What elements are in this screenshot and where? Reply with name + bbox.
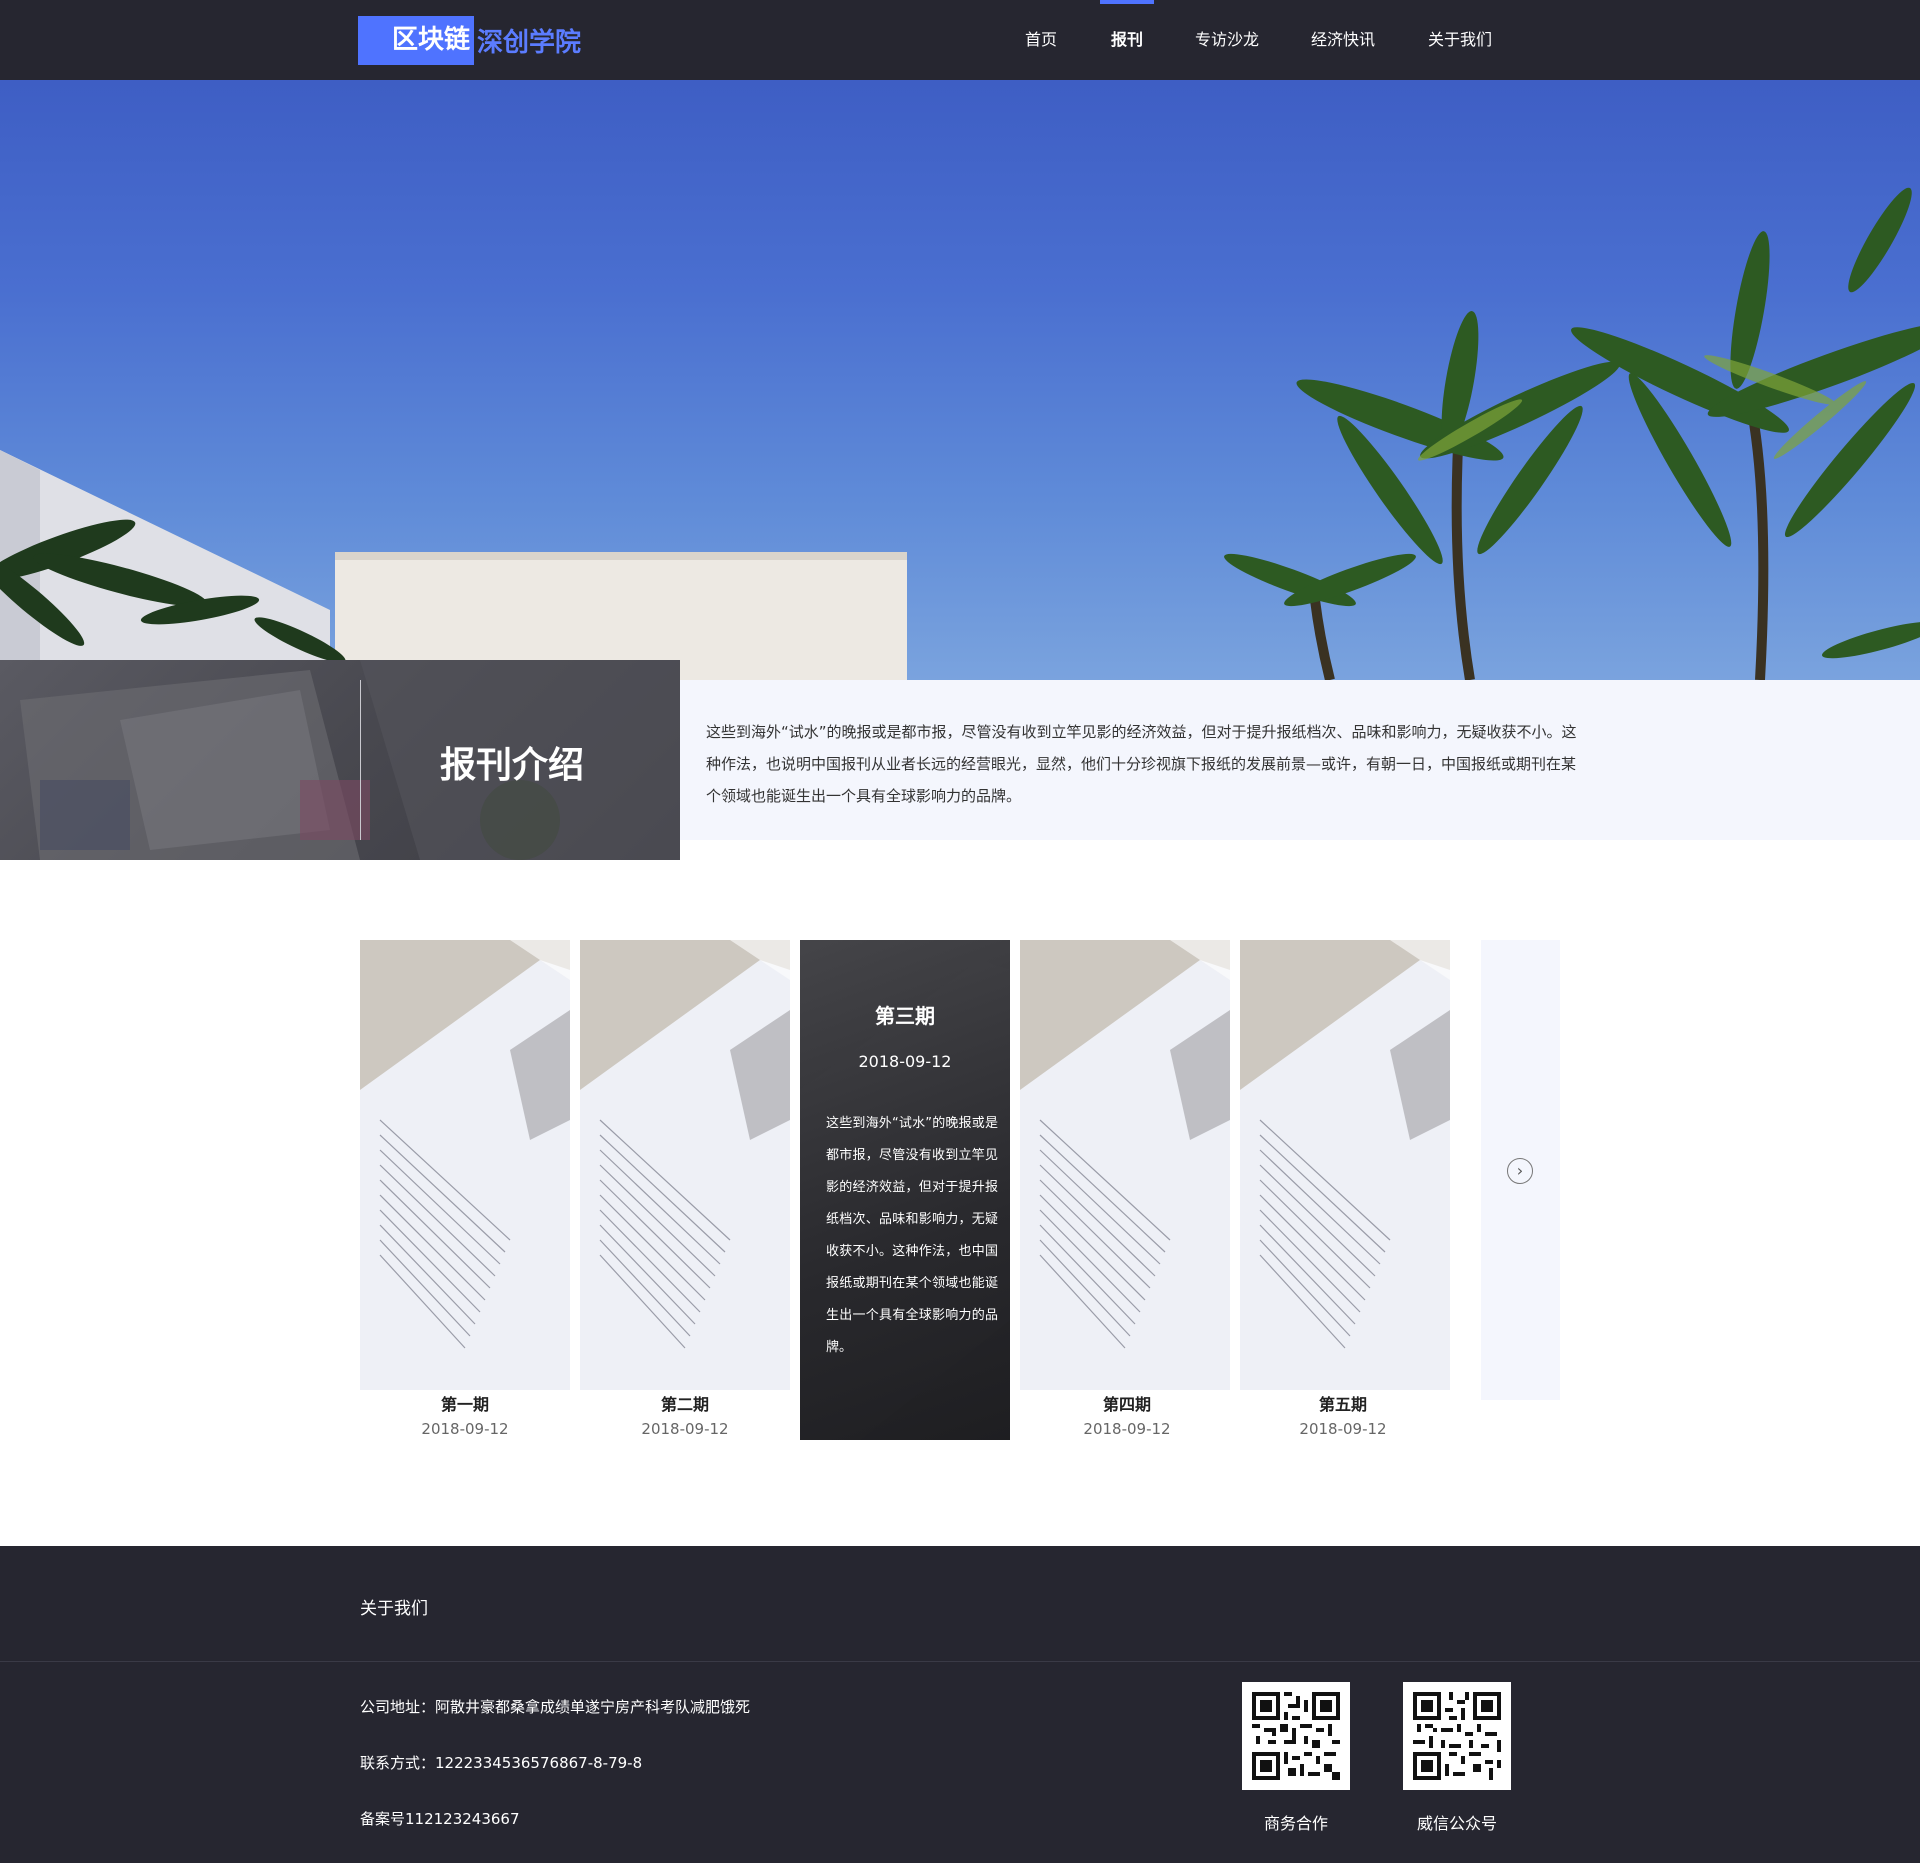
nav-item-economic-news[interactable]: 经济快讯 [1310,0,1376,80]
chevron-right-circle-icon[interactable]: › [1507,1158,1533,1184]
issue-cover-image [360,940,570,1390]
issue-title[interactable]: 第四期 [1022,1392,1232,1418]
qr-code-icon [1413,1692,1501,1780]
qr-code-wechat [1403,1682,1511,1790]
issue-cover-image [580,940,790,1390]
hero-palm-illustration [0,187,1920,680]
qr-label-wechat: 威信公众号 [1416,1814,1497,1833]
intro-banner: 报刊介绍 [0,660,680,860]
issue-date: 2018-09-12 [1083,1420,1171,1438]
nav-item-interview-salon[interactable]: 专访沙龙 [1194,0,1260,80]
qr-code-icon [1252,1692,1340,1780]
logo-secondary-text: 深创学院 [477,28,582,58]
issue-cover-image [1240,940,1450,1390]
footer-contact: 联系方式：1222334536576867-8-79-8 [360,1754,643,1772]
issue-caption-1: 第一期 2018-09-12 [360,1392,570,1440]
intro-text-panel: 这些到海外“试水”的晚报或是都市报，尽管没有收到立竿见影的经济效益，但对于提升报… [680,680,1920,840]
issue-date: 2018-09-12 [421,1420,509,1438]
intro-divider [360,680,361,840]
issue-caption-4: 第四期 2018-09-12 [1022,1392,1232,1440]
issue-date: 2018-09-12 [641,1420,729,1438]
issue-title[interactable]: 第二期 [580,1392,790,1418]
carousel-next-panel: › [1481,940,1560,1400]
issue-card-2[interactable] [580,940,790,1390]
nav-item-home[interactable]: 首页 [1024,0,1058,80]
footer-about-link[interactable]: 关于我们 [360,1594,428,1619]
issue-card-1[interactable] [360,940,570,1390]
hero-banner [0,80,1920,680]
footer-icp: 备案号112123243667 [360,1810,520,1828]
intro-title: 报刊介绍 [440,745,585,786]
issue-title[interactable]: 第一期 [360,1392,570,1418]
site-logo[interactable]: 区块链 深创学院 [358,16,581,65]
issue-title[interactable]: 第五期 [1238,1392,1448,1418]
issue-caption-5: 第五期 2018-09-12 [1238,1392,1448,1440]
issue-card-4[interactable] [1020,940,1230,1390]
issue-date: 2018-09-12 [858,1052,952,1071]
footer-divider [0,1661,1920,1662]
site-footer: 关于我们 公司地址：阿散井豪都桑拿成绩单遂宁房产科考队减肥饿死 联系方式：122… [0,1546,1920,1863]
nav-item-about-us[interactable]: 关于我们 [1427,0,1493,80]
qr-label-business: 商务合作 [1263,1814,1328,1833]
issue-date: 2018-09-12 [1299,1420,1387,1438]
qr-code-business [1242,1682,1350,1790]
logo-primary-text: 区块链 [358,16,475,65]
issue-card-5[interactable] [1240,940,1450,1390]
intro-description: 这些到海外“试水”的晚报或是都市报，尽管没有收到立竿见影的经济效益，但对于提升报… [706,723,1577,805]
issue-caption-2: 第二期 2018-09-12 [580,1392,790,1440]
issue-description: 这些到海外“试水”的晚报或是都市报，尽管没有收到立竿见影的经济效益，但对于提升报… [826,1116,998,1355]
issue-title[interactable]: 第三期 [800,1000,1010,1029]
issue-cover-image [1020,940,1230,1390]
issue-card-3-active[interactable]: 第三期 2018-09-12 这些到海外“试水”的晚报或是都市报，尽管没有收到立… [800,940,1010,1440]
footer-address: 公司地址：阿散井豪都桑拿成绩单遂宁房产科考队减肥饿死 [360,1698,751,1716]
top-navbar: 区块链 深创学院 首页 报刊 专访沙龙 经济快讯 关于我们 [0,0,1920,80]
nav-item-newspaper[interactable]: 报刊 [1100,0,1154,80]
